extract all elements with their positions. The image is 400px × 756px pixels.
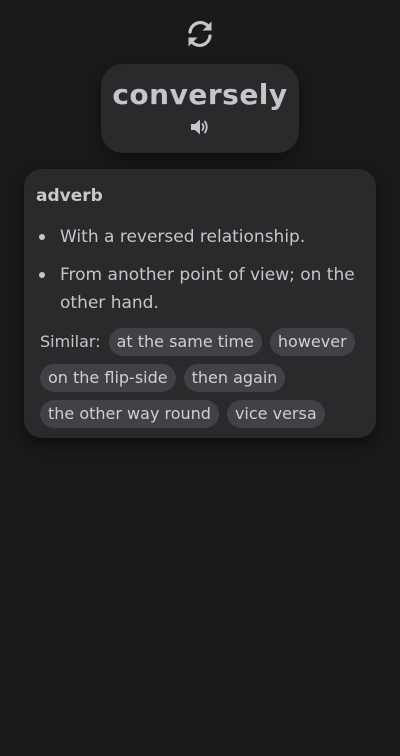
definition-text: From another point of view; on the other…	[60, 265, 355, 313]
definition-list: With a reversed relationship. From anoth…	[36, 223, 366, 327]
similar-chip-however[interactable]: however	[269, 328, 355, 356]
definition-item: From another point of view; on the other…	[36, 261, 366, 317]
refresh-button[interactable]	[183, 17, 217, 51]
word-card: conversely	[101, 64, 299, 153]
definition-text: With a reversed relationship.	[60, 227, 306, 247]
similar-chip-the-other-way-round[interactable]: the other way round	[40, 400, 219, 428]
pronounce-button[interactable]	[190, 117, 210, 137]
bullet-icon	[39, 272, 45, 278]
similar-chip-then-again[interactable]: then again	[183, 364, 286, 392]
word-title: conversely	[112, 78, 288, 111]
similar-chip-vice-versa[interactable]: vice versa	[226, 400, 325, 428]
part-of-speech: adverb	[36, 186, 103, 206]
bullet-icon	[39, 234, 45, 240]
similar-words: Similar: at the same time however on the…	[40, 328, 370, 428]
definition-item: With a reversed relationship.	[36, 223, 366, 251]
similar-chip-on-the-flip-side[interactable]: on the flip-side	[40, 364, 176, 392]
similar-label: Similar:	[40, 332, 101, 351]
refresh-icon	[188, 20, 212, 48]
definition-card: adverb With a reversed relationship. Fro…	[24, 169, 376, 438]
speaker-icon	[191, 119, 208, 135]
similar-chip-at-the-same-time[interactable]: at the same time	[108, 328, 262, 356]
app-page: conversely adverb With a reversed relati…	[0, 0, 400, 756]
